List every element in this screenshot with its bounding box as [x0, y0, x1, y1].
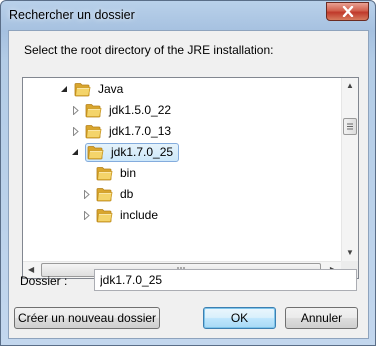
folder-icon — [96, 187, 113, 202]
folder-field-label: Dossier : — [20, 274, 68, 288]
dialog-prompt: Select the root directory of the JRE ins… — [24, 43, 274, 57]
tree-item-label: jdk1.5.0_22 — [109, 103, 172, 117]
tree-item-label: Java — [98, 82, 124, 96]
folder-icon — [87, 145, 104, 160]
vertical-scroll-thumb[interactable] — [343, 118, 357, 135]
tree-item[interactable]: db — [82, 184, 136, 204]
tree-item-content: Java — [74, 80, 126, 98]
tree-item-label: include — [120, 208, 159, 222]
window-title: Rechercher un dossier — [9, 8, 135, 22]
tree-item-content: jdk1.5.0_22 — [85, 101, 174, 119]
collapsed-arrow-icon[interactable] — [82, 188, 91, 200]
dialog-body: Select the root directory of the JRE ins… — [8, 30, 369, 339]
ok-button-label: OK — [230, 311, 249, 325]
ok-button[interactable]: OK — [203, 307, 276, 329]
folder-name-input[interactable] — [94, 269, 357, 291]
tree-item-label: jdk1.7.0_25 — [111, 145, 174, 159]
folder-icon — [85, 103, 102, 118]
tree-item-content: jdk1.7.0_13 — [85, 122, 174, 140]
tree-item[interactable]: jdk1.7.0_13 — [71, 121, 174, 141]
expanded-arrow-icon[interactable] — [71, 146, 80, 158]
tree-item-content: db — [96, 185, 136, 203]
expanded-arrow-icon[interactable] — [60, 83, 69, 95]
grip-icon — [347, 123, 353, 130]
tree-item-content: include — [96, 206, 161, 224]
cancel-button[interactable]: Annuler — [285, 307, 358, 329]
folder-tree[interactable]: Java jdk1.5.0_22 jdk1.7.0_13 jdk1.7.0_25bin… — [22, 77, 359, 279]
expander-placeholder — [82, 167, 91, 179]
tree-item-content: bin — [96, 164, 139, 182]
folder-icon — [74, 82, 91, 97]
tree-item[interactable]: Java — [60, 79, 126, 99]
collapsed-arrow-icon[interactable] — [71, 125, 80, 137]
folder-icon — [96, 166, 113, 181]
tree-item-label: db — [120, 187, 134, 201]
tree-item-content: jdk1.7.0_25 — [85, 142, 180, 162]
new-folder-button-label: Créer un nouveau dossier — [17, 311, 157, 325]
scroll-left-arrow-icon[interactable]: ◀ — [28, 266, 34, 274]
close-button[interactable] — [326, 2, 369, 21]
folder-icon — [96, 208, 113, 223]
tree-item[interactable]: jdk1.7.0_25 — [71, 142, 180, 162]
tree-item[interactable]: include — [82, 205, 161, 225]
tree-item-label: jdk1.7.0_13 — [109, 124, 172, 138]
tree-item[interactable]: jdk1.5.0_22 — [71, 100, 174, 120]
browse-folder-dialog: Rechercher un dossier Select the root di… — [0, 0, 376, 346]
title-bar[interactable]: Rechercher un dossier — [1, 1, 375, 31]
cancel-button-label: Annuler — [300, 311, 343, 325]
folder-icon — [85, 124, 102, 139]
tree-item-label: bin — [120, 166, 137, 180]
vertical-scrollbar[interactable]: ▲ ▼ — [341, 78, 358, 261]
close-icon — [342, 6, 353, 17]
tree-item[interactable]: bin — [82, 163, 139, 183]
scroll-down-arrow-icon[interactable]: ▼ — [346, 249, 354, 257]
scroll-up-arrow-icon[interactable]: ▲ — [346, 82, 354, 90]
collapsed-arrow-icon[interactable] — [71, 104, 80, 116]
new-folder-button[interactable]: Créer un nouveau dossier — [14, 307, 160, 329]
collapsed-arrow-icon[interactable] — [82, 209, 91, 221]
